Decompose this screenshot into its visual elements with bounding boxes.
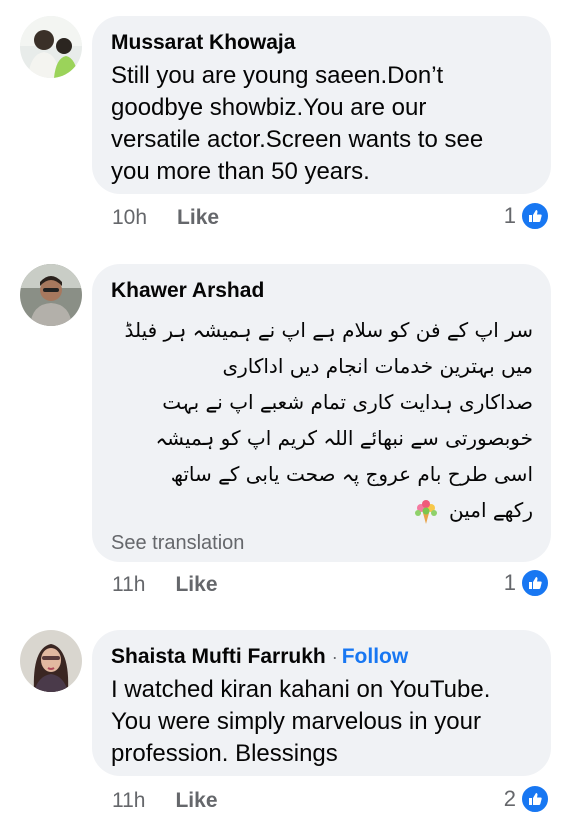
comment-text: I watched kiran kahani on YouTube. You w… xyxy=(111,676,491,767)
comment-time[interactable]: 11h xyxy=(112,789,145,813)
reaction-count: 1 xyxy=(503,203,516,228)
thumbs-up-icon xyxy=(520,784,550,814)
comment-bubble: Khawer Arshad سر اپ کے فن کو سلام ہے اپ … xyxy=(92,264,551,562)
avatar[interactable] xyxy=(20,630,82,692)
avatar[interactable] xyxy=(20,264,82,326)
profile-photo-icon xyxy=(20,16,82,78)
comment-actions: 10h Like xyxy=(112,206,219,230)
comment-bubble: Mussarat Khowaja Still you are young sae… xyxy=(92,16,551,194)
author-name[interactable]: Shaista Mufti Farrukh xyxy=(111,644,326,670)
comment-time[interactable]: 11h xyxy=(112,573,145,597)
thumbs-up-icon xyxy=(520,201,550,231)
author-name-text[interactable]: Mussarat Khowaja xyxy=(111,30,295,56)
profile-photo-icon xyxy=(20,264,82,326)
comment-text: Still you are young saeen.Don’t goodbye … xyxy=(111,62,484,185)
comment-text-body: سر اپ کے فن کو سلام ہے اپ نے ہمیشہ ہر فی… xyxy=(124,318,533,522)
like-button[interactable]: Like xyxy=(175,573,217,597)
comment-actions: 11h Like xyxy=(112,789,218,813)
see-translation-link[interactable]: See translation xyxy=(111,530,533,556)
reaction-count: 2 xyxy=(503,786,516,811)
like-button[interactable]: Like xyxy=(175,789,217,813)
thumbs-up-icon xyxy=(520,568,550,598)
comment-text: سر اپ کے فن کو سلام ہے اپ نے ہمیشہ ہر فی… xyxy=(111,312,533,528)
like-button[interactable]: Like xyxy=(177,206,219,230)
avatar[interactable] xyxy=(20,16,82,78)
reaction-summary[interactable]: 2 xyxy=(504,784,550,814)
comment-time[interactable]: 10h xyxy=(112,206,147,230)
reaction-count: 1 xyxy=(503,570,516,595)
author-name-row: Shaista Mufti Farrukh · Follow xyxy=(111,644,533,670)
reaction-summary[interactable]: 1 xyxy=(504,201,550,231)
reaction-summary[interactable]: 1 xyxy=(504,568,550,598)
author-name[interactable]: Mussarat Khowaja xyxy=(111,30,533,56)
comment-actions: 11h Like xyxy=(112,573,218,597)
profile-photo-icon xyxy=(20,630,82,692)
bouquet-emoji-icon xyxy=(413,499,439,525)
separator-dot: · xyxy=(331,647,338,667)
follow-button[interactable]: Follow xyxy=(342,644,409,670)
author-name-text[interactable]: Khawer Arshad xyxy=(111,278,264,304)
author-name[interactable]: Khawer Arshad xyxy=(111,278,533,304)
comment-bubble: Shaista Mufti Farrukh · Follow I watched… xyxy=(92,630,551,776)
